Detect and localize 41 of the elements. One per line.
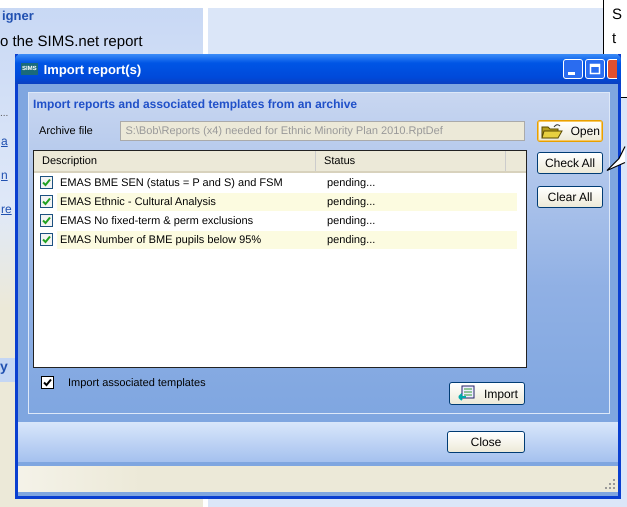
maximize-icon bbox=[589, 63, 601, 75]
background-link[interactable]: a bbox=[0, 134, 12, 148]
page-heading: o the SIMS.net report bbox=[0, 33, 144, 51]
list-action-button[interactable]: Clear All bbox=[537, 186, 603, 208]
import-icon bbox=[456, 384, 476, 402]
list-action-button[interactable]: Check All bbox=[537, 152, 603, 174]
group-title: Import reports and associated templates from an archive bbox=[33, 97, 358, 111]
column-header[interactable]: Description bbox=[34, 151, 316, 171]
resize-grip-icon[interactable] bbox=[604, 478, 616, 490]
column-header[interactable]: Status bbox=[316, 151, 506, 171]
open-button[interactable]: Open bbox=[537, 120, 604, 142]
field-label: Archive file bbox=[38, 125, 94, 137]
import-button[interactable]: Import bbox=[449, 382, 525, 405]
callout-text: t bbox=[612, 31, 618, 47]
background-link[interactable]: re bbox=[0, 202, 12, 216]
row-checkbox[interactable] bbox=[40, 214, 53, 227]
minimize-button[interactable] bbox=[563, 59, 583, 79]
callout-pointer bbox=[606, 146, 626, 172]
status-cell: pending... bbox=[315, 192, 517, 210]
report-name[interactable]: EMAS Ethnic - Cultural Analysis bbox=[57, 192, 315, 210]
callout-text: S bbox=[612, 7, 624, 23]
background-link[interactable]: n bbox=[0, 168, 12, 182]
status-cell-text: pending... bbox=[326, 214, 376, 228]
window-title: Import report(s) bbox=[44, 62, 142, 76]
row-checkbox[interactable] bbox=[40, 195, 53, 208]
ellipsis-text: ... bbox=[0, 108, 8, 119]
templates-checkbox[interactable] bbox=[41, 376, 54, 389]
status-cell: pending... bbox=[315, 230, 517, 248]
report-name[interactable]: EMAS Number of BME pupils below 95% bbox=[57, 230, 315, 248]
report-name[interactable]: EMAS No fixed-term & perm exclusions bbox=[57, 212, 315, 230]
checkbox-label: Import associated templates bbox=[68, 376, 206, 388]
minimize-icon bbox=[568, 72, 574, 74]
close-dialog-button[interactable]: Close bbox=[447, 431, 525, 453]
close-button[interactable] bbox=[607, 59, 617, 79]
row-checkbox[interactable] bbox=[40, 176, 53, 189]
maximize-button[interactable] bbox=[585, 59, 605, 79]
row-checkbox[interactable] bbox=[40, 233, 53, 246]
report-name[interactable]: EMAS BME SEN (status = P and S) and FSM bbox=[57, 174, 315, 192]
panel-title: igner bbox=[1, 8, 35, 23]
status-cell-text: pending... bbox=[326, 176, 376, 190]
folder-icon bbox=[540, 123, 563, 139]
